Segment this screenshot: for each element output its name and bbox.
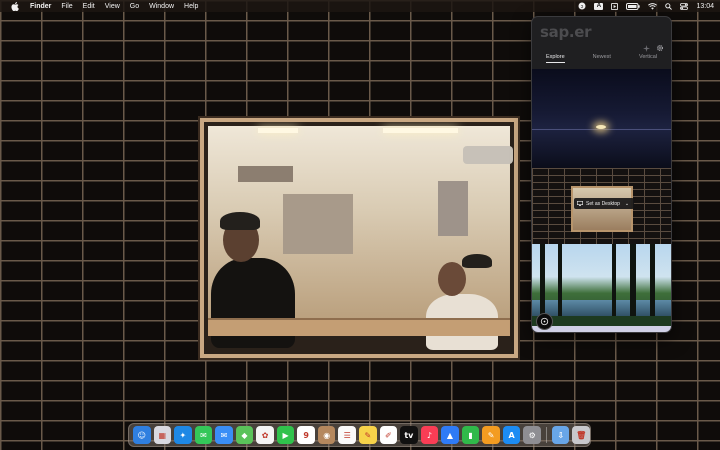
- search-icon[interactable]: [665, 2, 673, 10]
- tile-tree-trunk: [540, 244, 545, 316]
- dock-numbers-icon[interactable]: ▮: [461, 426, 480, 444]
- tile-tree-trunk: [558, 244, 562, 316]
- control-center-icon[interactable]: [680, 2, 689, 10]
- wifi-icon[interactable]: [648, 2, 658, 10]
- dock-notes-icon[interactable]: ✎: [359, 426, 377, 444]
- scene-kitchen: [208, 126, 513, 350]
- dock-keynote-icon[interactable]: ▲: [441, 426, 459, 444]
- popover-footer: [532, 326, 671, 332]
- menu-go[interactable]: Go: [130, 3, 139, 10]
- menu-bar-clock[interactable]: 13:04: [696, 3, 714, 10]
- dock-contacts-icon[interactable]: ◉: [317, 426, 336, 444]
- tile-grass: [532, 316, 671, 326]
- dock-trash-icon[interactable]: 🗑: [572, 426, 590, 444]
- status-area: ɔ A 13:04: [578, 0, 714, 12]
- tile-thumbnail-window: [571, 186, 633, 232]
- dock-messages-icon[interactable]: ✉: [194, 426, 213, 444]
- dock-calendar-icon[interactable]: 9: [297, 426, 315, 444]
- tile-horizon: [532, 129, 671, 130]
- dock-photos-icon[interactable]: ✿: [256, 426, 274, 444]
- dock-mail-icon[interactable]: ✉: [215, 426, 233, 444]
- menu-file[interactable]: File: [61, 3, 72, 10]
- menu-help[interactable]: Help: [184, 3, 198, 10]
- tile-tree-trunk: [630, 244, 636, 316]
- sap-er-status-icon[interactable]: ɔ: [578, 2, 586, 10]
- tab-newest[interactable]: Newest: [593, 54, 611, 63]
- scene-shelf: [238, 166, 293, 182]
- menu-bar: Finder File Edit View Go Window Help ɔ A…: [0, 0, 720, 12]
- dock-launchpad-icon[interactable]: ▦: [153, 426, 172, 444]
- tile-tree-trunk: [650, 244, 655, 316]
- dock-facetime-icon[interactable]: ▶: [276, 426, 295, 444]
- app-logo: sap.er: [540, 23, 592, 41]
- scene-shelf: [463, 146, 513, 164]
- wallpaper-tile-night-sea[interactable]: [532, 69, 671, 168]
- person-cap: [220, 212, 260, 230]
- menu-window[interactable]: Window: [149, 3, 174, 10]
- person-cap: [462, 254, 492, 268]
- popover-header: sap.er: [532, 17, 671, 52]
- menu-app-name[interactable]: Finder: [30, 3, 51, 10]
- scene-counter: [208, 318, 510, 336]
- dock: ☺ ▦ ✦ ✉ ✉ ◆ ✿ ▶ 9 ◉ ☰ ✎ ✐ tv ♪ ▲ ▮ ✎ A ⚙ ⇩ 🗑: [128, 423, 591, 447]
- tile-moon: [596, 125, 606, 129]
- dock-finder-icon[interactable]: ☺: [133, 426, 151, 444]
- dock-tv-icon[interactable]: tv: [400, 426, 418, 444]
- person-head: [438, 262, 466, 296]
- menu-edit[interactable]: Edit: [83, 3, 95, 10]
- dock-system-settings-icon[interactable]: ⚙: [523, 426, 541, 444]
- scene-shelf: [283, 194, 353, 254]
- set-as-desktop-button[interactable]: Set as Desktop ⌄: [574, 198, 634, 209]
- tab-vertical[interactable]: Vertical: [639, 54, 657, 63]
- input-source-icon[interactable]: A: [594, 2, 604, 10]
- wallpaper-scene: [200, 118, 518, 358]
- wallpaper-tile-brick[interactable]: Set as Desktop ⌄: [532, 168, 671, 244]
- dock-separator: [545, 427, 547, 443]
- play-icon[interactable]: [611, 2, 619, 10]
- tab-explore[interactable]: Explore: [545, 54, 565, 63]
- ceiling-light: [383, 128, 458, 133]
- dock-safari-icon[interactable]: ✦: [174, 426, 192, 444]
- dock-pages-icon[interactable]: ✎: [482, 426, 500, 444]
- crosshair-icon: [540, 317, 549, 326]
- dock-app-store-icon[interactable]: A: [502, 426, 521, 444]
- dock-reminders-icon[interactable]: ☰: [338, 426, 357, 444]
- pointer-button[interactable]: [536, 313, 553, 330]
- tile-tree-trunk: [612, 244, 616, 316]
- apple-icon[interactable]: [11, 1, 21, 11]
- dock-music-icon[interactable]: ♪: [420, 426, 439, 444]
- battery-icon[interactable]: [626, 2, 641, 10]
- menu-view[interactable]: View: [105, 3, 120, 10]
- scene-shelf: [438, 181, 468, 236]
- dock-downloads-icon[interactable]: ⇩: [551, 426, 570, 444]
- popover-tabs: Explore Newest Vertical: [532, 54, 671, 63]
- dock-maps-icon[interactable]: ◆: [235, 426, 254, 444]
- desktop-icon: [577, 201, 583, 206]
- ceiling-light: [258, 128, 298, 133]
- chevron-down-icon[interactable]: ⌄: [625, 201, 629, 207]
- sap-er-popover: sap.er Explore Newest Vertical Set as De…: [531, 16, 672, 333]
- wallpaper-tile-forest-lake[interactable]: [532, 244, 671, 326]
- dock-freeform-icon[interactable]: ✐: [379, 426, 398, 444]
- set-as-desktop-label: Set as Desktop: [586, 200, 620, 207]
